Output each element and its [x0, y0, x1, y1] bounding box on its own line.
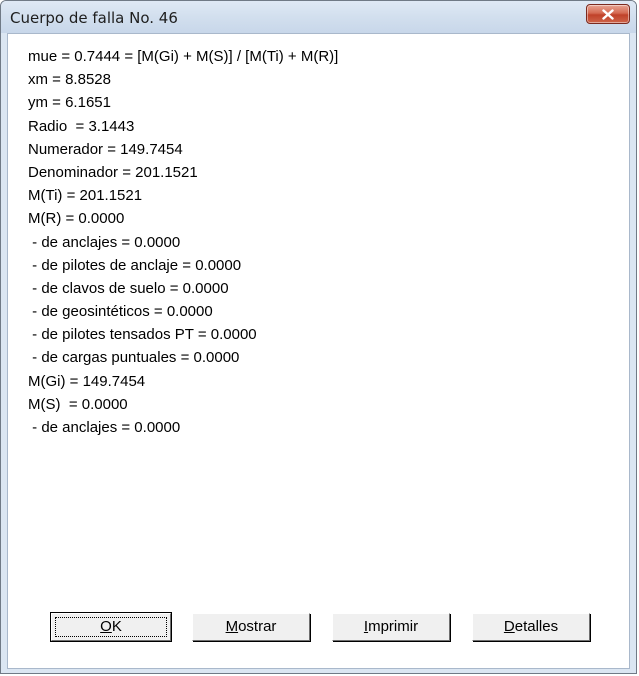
mostrar-accelerator: M [225, 618, 239, 635]
results-list: mue = 0.7444 = [M(Gi) + M(S)] / [M(Ti) +… [28, 45, 338, 439]
imprimir-label-rest: mprimir [368, 618, 419, 635]
window-title: Cuerpo de falla No. 46 [10, 9, 178, 27]
ok-accelerator: O [100, 618, 112, 635]
close-icon [602, 9, 614, 20]
result-line-s-anclajes: - de anclajes = 0.0000 [28, 419, 181, 436]
result-line-denominador: Denominador = 201.1521 [28, 163, 198, 181]
result-line-m-s: M(S) = 0.0000 [28, 395, 128, 413]
result-line-m-r: M(R) = 0.0000 [28, 210, 125, 228]
detalles-accelerator: D [503, 618, 515, 635]
mostrar-label-rest: ostrar [238, 618, 277, 635]
result-line-radio: Radio = 3.1443 [28, 117, 135, 135]
ok-button[interactable]: OK [50, 612, 172, 642]
title-bar[interactable]: Cuerpo de falla No. 46 [1, 1, 636, 33]
result-line-r-geosinteticos: - de geosintéticos = 0.0000 [28, 303, 213, 321]
result-line-r-cargas-puntuales: - de cargas puntuales = 0.0000 [28, 349, 240, 367]
imprimir-button[interactable]: Imprimir [332, 613, 450, 641]
result-line-xm: xm = 8.8528 [28, 71, 111, 89]
result-line-r-pilotes-tensados: - de pilotes tensados PT = 0.0000 [28, 326, 257, 344]
result-line-r-pilotes-anclaje: - de pilotes de anclaje = 0.0000 [28, 256, 242, 274]
ok-label-rest: K [111, 618, 122, 635]
results-panel: mue = 0.7444 = [M(Gi) + M(S)] / [M(Ti) +… [7, 33, 630, 669]
result-line-numerador: Numerador = 149.7454 [28, 140, 183, 158]
result-line-m-ti: M(Ti) = 201.1521 [28, 187, 143, 205]
mostrar-button[interactable]: Mostrar [192, 613, 310, 641]
result-line-r-clavos-suelo: - de clavos de suelo = 0.0000 [28, 279, 229, 297]
result-line-m-gi: M(Gi) = 149.7454 [28, 372, 146, 390]
result-line-r-anclajes: - de anclajes = 0.0000 [28, 233, 181, 251]
dialog-window: Cuerpo de falla No. 46 mue = 0.7444 = [M… [0, 0, 637, 674]
detalles-label-rest: etalles [514, 618, 559, 635]
close-button[interactable] [586, 4, 630, 24]
result-line-ym: ym = 6.1651 [28, 94, 111, 112]
result-line-mue: mue = 0.7444 = [M(Gi) + M(S)] / [M(Ti) +… [28, 48, 339, 65]
detalles-button[interactable]: Detalles [472, 613, 590, 641]
